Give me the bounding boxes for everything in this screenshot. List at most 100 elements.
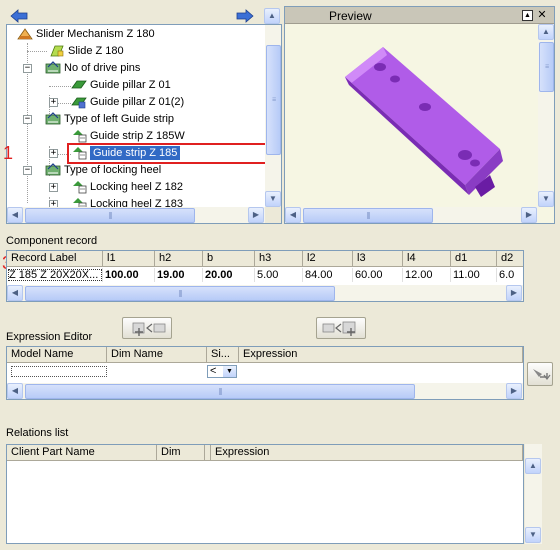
tree-item-slide[interactable]: Slide Z 180 <box>49 43 124 60</box>
remove-expression-button[interactable] <box>316 317 366 339</box>
collapse-toggle[interactable]: − <box>23 64 32 73</box>
column-header[interactable]: b <box>203 251 255 267</box>
column-header[interactable]: l4 <box>403 251 451 267</box>
relations-scroll-up-button[interactable]: ▲ <box>525 458 541 474</box>
relations-scroll-down-button[interactable]: ▼ <box>525 527 541 543</box>
tree-item-label: Slide Z 180 <box>68 45 124 57</box>
tree-vertical-scrollbar[interactable]: ≡ ▼ <box>265 25 281 207</box>
preview-scroll-up-button[interactable]: ▲ <box>538 24 554 40</box>
table-cell[interactable]: 19.00 <box>155 268 203 282</box>
table-cell[interactable]: Z 185 Z 20X20X... <box>7 268 103 282</box>
column-header[interactable]: Expression <box>211 445 523 461</box>
component-scroll-right-button[interactable]: ▶ <box>506 285 522 301</box>
annotation-number-1: 1 <box>3 143 14 163</box>
tree-scroll-down-button[interactable]: ▼ <box>265 191 281 207</box>
column-header[interactable]: Model Name <box>7 347 107 363</box>
tree-item-label: Locking heel Z 182 <box>90 181 183 193</box>
tree-item-drive-pins[interactable]: No of drive pins <box>45 60 140 77</box>
tree-item-slider-mechanism[interactable]: Slider Mechanism Z 180 <box>17 26 155 43</box>
table-cell[interactable]: 12.00 <box>403 268 451 282</box>
maximize-icon[interactable]: ▲ <box>522 10 533 21</box>
part-icon <box>71 95 87 109</box>
component-scroll-left-button[interactable]: ◀ <box>7 285 23 301</box>
relations-vertical-scrollbar[interactable]: ▲ ▼ <box>525 444 542 544</box>
table-cell[interactable]: 60.00 <box>353 268 403 282</box>
expand-toggle[interactable]: + <box>49 149 58 158</box>
tree-scroll-up-button[interactable]: ▲ <box>264 8 280 24</box>
tree-item-locking-heel[interactable]: Type of locking heel <box>45 162 161 179</box>
highlight-box <box>67 143 267 164</box>
column-header[interactable]: Client Part Name <box>7 445 157 461</box>
sign-select[interactable]: < ▼ <box>207 365 237 378</box>
column-header[interactable]: l1 <box>103 251 155 267</box>
preview-horizontal-scroll-thumb[interactable]: ||| <box>303 208 433 223</box>
collapse-toggle[interactable]: − <box>23 166 32 175</box>
tree-vertical-scroll-thumb[interactable]: ≡ <box>266 45 281 155</box>
table-cell[interactable]: 5.00 <box>255 268 303 282</box>
component-horizontal-scrollbar[interactable]: ◀ ||| ▶ <box>7 285 523 301</box>
component-icon <box>71 180 87 194</box>
expand-toggle[interactable]: + <box>49 98 58 107</box>
preview-vertical-scrollbar[interactable]: ▲ ≡ ▼ <box>538 24 554 207</box>
expand-toggle[interactable]: + <box>49 183 58 192</box>
column-header[interactable]: Dim Name <box>107 347 207 363</box>
expression-horizontal-scrollbar[interactable]: ◀ ||| ▶ <box>7 383 523 399</box>
tree-item-guide-pillar-2[interactable]: Guide pillar Z 01(2) <box>71 94 184 111</box>
model-name-cell[interactable] <box>11 366 107 377</box>
assembly-icon <box>17 27 33 41</box>
part-icon <box>49 44 65 58</box>
option-group-icon <box>45 163 61 177</box>
option-group-icon <box>45 61 61 75</box>
tree-item-label: Guide pillar Z 01 <box>90 79 171 91</box>
table-cell[interactable]: 84.00 <box>303 268 353 282</box>
add-arrow-icon <box>132 322 166 336</box>
expression-scroll-left-button[interactable]: ◀ <box>7 383 23 399</box>
tree-item-guide-pillar-1[interactable]: Guide pillar Z 01 <box>71 77 171 94</box>
preview-scroll-left-button[interactable]: ◀ <box>285 207 301 223</box>
close-icon[interactable]: ✕ <box>536 9 548 21</box>
forward-arrow-icon[interactable] <box>236 8 254 24</box>
column-header[interactable]: h3 <box>255 251 303 267</box>
column-header[interactable]: Dim <box>157 445 205 461</box>
column-header[interactable]: d2 <box>497 251 523 267</box>
table-cell[interactable]: 11.00 <box>451 268 497 282</box>
table-cell[interactable]: 20.00 <box>203 268 255 282</box>
tree-scroll-right-button[interactable]: ▶ <box>248 207 264 223</box>
tree-item-left-guide-strip[interactable]: Type of left Guide strip <box>45 111 174 128</box>
column-header[interactable]: h2 <box>155 251 203 267</box>
column-header[interactable]: d1 <box>451 251 497 267</box>
back-arrow-icon[interactable] <box>10 8 28 24</box>
column-header[interactable]: l3 <box>353 251 403 267</box>
tree-panel: Slider Mechanism Z 180 Slide Z 180 − No … <box>6 24 282 224</box>
tree-scroll-left-button[interactable]: ◀ <box>7 207 23 223</box>
apply-expression-button[interactable] <box>527 362 553 386</box>
column-header[interactable]: Expression <box>239 347 523 363</box>
preview-scroll-down-button[interactable]: ▼ <box>538 191 554 207</box>
table-row[interactable]: < ▼ <box>7 364 523 379</box>
tree-item-label: No of drive pins <box>64 62 141 74</box>
relations-list-title: Relations list <box>6 427 69 439</box>
column-header[interactable]: l2 <box>303 251 353 267</box>
expression-scroll-right-button[interactable]: ▶ <box>506 383 522 399</box>
dropdown-arrow-icon[interactable]: ▼ <box>223 366 236 377</box>
tree-item-label: Type of locking heel <box>64 164 162 176</box>
column-header[interactable]: Record Label <box>7 251 103 267</box>
part-3d-preview <box>345 47 503 197</box>
table-cell[interactable]: 6.0 <box>497 268 523 282</box>
apply-arrow-icon <box>533 369 551 380</box>
tree-horizontal-scrollbar[interactable]: ◀ ||| ▶ <box>7 207 281 223</box>
table-cell[interactable]: 100.00 <box>103 268 155 282</box>
expression-horizontal-scroll-thumb[interactable]: ||| <box>25 384 415 399</box>
component-record-title: Component record <box>6 235 98 247</box>
preview-vertical-scroll-thumb[interactable]: ≡ <box>539 42 554 92</box>
column-header[interactable]: Si... <box>207 347 239 363</box>
add-expression-button[interactable] <box>122 317 172 339</box>
tree-horizontal-scroll-thumb[interactable]: ||| <box>25 208 195 223</box>
preview-horizontal-scrollbar[interactable]: ◀ ||| ▶ <box>285 207 538 223</box>
component-icon <box>71 129 87 143</box>
component-horizontal-scroll-thumb[interactable]: ||| <box>25 286 335 301</box>
tree-item-label: Type of left Guide strip <box>64 113 175 125</box>
preview-scroll-right-button[interactable]: ▶ <box>521 207 537 223</box>
tree-item-locking-heel-182[interactable]: Locking heel Z 182 <box>71 179 183 196</box>
collapse-toggle[interactable]: − <box>23 115 32 124</box>
